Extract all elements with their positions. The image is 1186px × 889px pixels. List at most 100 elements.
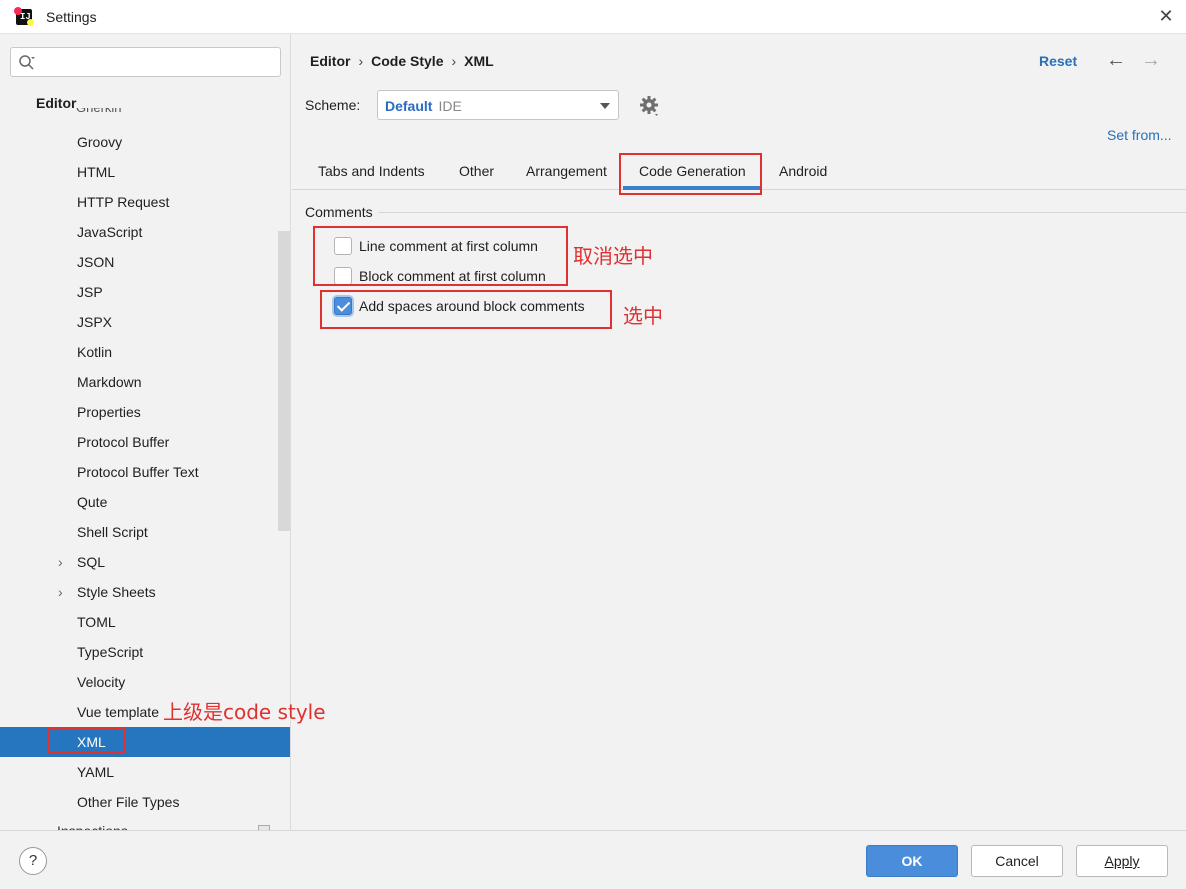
chevron-down-icon: [600, 103, 610, 109]
tree-item-yaml[interactable]: YAML: [0, 757, 290, 787]
scheme-value: Default IDE: [385, 98, 462, 114]
tree-item-velocity[interactable]: Velocity: [0, 667, 290, 697]
scheme-label: Scheme:: [305, 97, 361, 113]
tree-item-label: Vue template: [77, 704, 159, 720]
tab-bar: Tabs and Indents Other Arrangement Code …: [292, 152, 1186, 190]
tree-item-jspx[interactable]: JSPX: [0, 307, 290, 337]
tree-item-label: Shell Script: [77, 524, 148, 540]
cancel-button[interactable]: Cancel: [971, 845, 1063, 877]
tree-item-label: Protocol Buffer Text: [77, 464, 199, 480]
tree-item-label: HTTP Request: [77, 194, 170, 210]
tree-item-label: XML: [77, 734, 106, 750]
tree-item-label: Qute: [77, 494, 108, 510]
gear-icon[interactable]: [638, 94, 662, 118]
sidebar-scrollbar[interactable]: [278, 231, 290, 531]
apply-label: Apply: [1104, 853, 1140, 869]
tree-item-label: JSP: [77, 284, 103, 300]
tree-item-label: YAML: [77, 764, 115, 780]
scheme-dropdown[interactable]: Default IDE: [377, 90, 619, 120]
scheme-type: IDE: [438, 98, 462, 114]
add-spaces-checkbox[interactable]: [334, 297, 352, 315]
ok-button[interactable]: OK: [866, 845, 958, 877]
tree-item-label: SQL: [77, 554, 106, 570]
line-comment-checkbox[interactable]: [334, 237, 352, 255]
breadcrumb-item[interactable]: Editor: [310, 53, 350, 69]
tab-code-generation[interactable]: Code Generation: [639, 163, 746, 179]
tree-item-label: Groovy: [77, 134, 123, 150]
set-from-link[interactable]: Set from...: [1107, 127, 1172, 143]
tree-item-json[interactable]: JSON: [0, 247, 290, 277]
tree-item-javascript[interactable]: JavaScript: [0, 217, 290, 247]
tree-item-label: JSPX: [77, 314, 113, 330]
tree-item-kotlin[interactable]: Kotlin: [0, 337, 290, 367]
back-arrow-icon[interactable]: ←: [1105, 49, 1127, 71]
chevron-right-icon[interactable]: ›: [58, 577, 70, 607]
tree-item-label: Style Sheets: [77, 584, 156, 600]
tree-item-sql[interactable]: › SQL: [0, 547, 290, 577]
section-divider: [378, 212, 1186, 213]
breadcrumb-item-current: XML: [464, 53, 494, 69]
tree-item-markdown[interactable]: Markdown: [0, 367, 290, 397]
reset-link[interactable]: Reset: [1039, 53, 1077, 69]
tree-item-clipped-top[interactable]: Gherkin: [76, 108, 122, 118]
breadcrumb-separator: ›: [358, 53, 364, 69]
annotation-uncheck-text: 取消选中: [573, 244, 653, 268]
tree-item-qute[interactable]: Qute: [0, 487, 290, 517]
breadcrumb: Editor › Code Style › XML: [310, 53, 494, 69]
forward-arrow-icon[interactable]: →: [1140, 49, 1162, 71]
title-bar: IJ Settings ✕: [0, 0, 1186, 34]
tree-item-label: Other File Types: [77, 794, 180, 810]
tree-item-label: Protocol Buffer: [77, 434, 170, 450]
chevron-right-icon[interactable]: ›: [58, 547, 70, 577]
active-tab-indicator: [623, 186, 761, 190]
search-input[interactable]: [43, 52, 273, 72]
scheme-name: Default: [385, 98, 433, 114]
checkbox-label: Add spaces around block comments: [359, 298, 585, 314]
tree-item-xml[interactable]: XML: [0, 727, 290, 757]
tree-item-typescript[interactable]: TypeScript: [0, 637, 290, 667]
search-icon: [19, 55, 35, 70]
window-title: Settings: [46, 9, 97, 25]
breadcrumb-separator: ›: [451, 53, 457, 69]
tree-item-label: TypeScript: [77, 644, 144, 660]
intellij-idea-icon: IJ: [14, 7, 34, 26]
comments-section-title: Comments: [305, 204, 373, 220]
breadcrumb-item[interactable]: Code Style: [371, 53, 443, 69]
tree-section-editor[interactable]: Editor: [36, 95, 76, 111]
tree-item-clipped-bottom[interactable]: Inspections: [57, 820, 128, 830]
tree-item-http-request[interactable]: HTTP Request: [0, 187, 290, 217]
tree-item-groovy[interactable]: Groovy: [0, 127, 290, 157]
block-comment-checkbox[interactable]: [334, 267, 352, 285]
tree-item-label: Velocity: [77, 674, 126, 690]
tab-arrangement[interactable]: Arrangement: [526, 163, 607, 179]
tree-item-other-file-types[interactable]: Other File Types: [0, 787, 290, 817]
tab-android[interactable]: Android: [779, 163, 827, 179]
tree-item-style-sheets[interactable]: › Style Sheets: [0, 577, 290, 607]
tree-item-protocol-buffer-text[interactable]: Protocol Buffer Text: [0, 457, 290, 487]
tree-item-jsp[interactable]: JSP: [0, 277, 290, 307]
tab-tabs-and-indents[interactable]: Tabs and Indents: [318, 163, 425, 179]
settings-main-panel: Editor › Code Style › XML Reset ← → Scheme: …: [292, 34, 1186, 830]
help-icon[interactable]: ?: [19, 847, 47, 875]
checkbox-label: Block comment at first column: [359, 268, 546, 284]
annotation-check-text: 选中: [623, 304, 663, 328]
tab-other[interactable]: Other: [459, 163, 494, 179]
tree-item-shell-script[interactable]: Shell Script: [0, 517, 290, 547]
tree-item-toml[interactable]: TOML: [0, 607, 290, 637]
tree-item-properties[interactable]: Properties: [0, 397, 290, 427]
apply-button[interactable]: Apply: [1076, 845, 1168, 877]
checkbox-label: Line comment at first column: [359, 238, 538, 254]
tree-item-label: Properties: [77, 404, 141, 420]
tree-item-label: JavaScript: [77, 224, 143, 240]
dialog-footer: ? OK Cancel Apply: [0, 830, 1186, 889]
annotation-parent-text: 上级是code style: [163, 700, 326, 724]
tree-item-label: HTML: [77, 164, 116, 180]
tree-item-html[interactable]: HTML: [0, 157, 290, 187]
tree-item-label: TOML: [77, 614, 116, 630]
tree-item-label: Kotlin: [77, 344, 113, 360]
search-box[interactable]: [10, 47, 281, 77]
tree-item-protocol-buffer[interactable]: Protocol Buffer: [0, 427, 290, 457]
tree-item-label: JSON: [77, 254, 115, 270]
close-icon[interactable]: ✕: [1156, 6, 1176, 26]
tree-item-label: Markdown: [77, 374, 142, 390]
